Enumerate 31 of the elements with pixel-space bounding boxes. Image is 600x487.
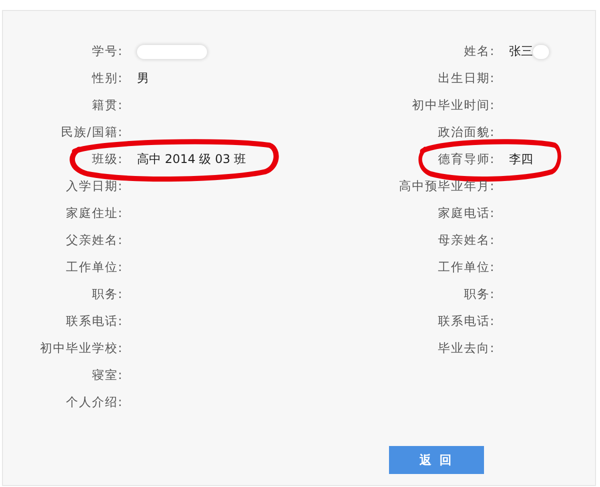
field-label: 毕业去向: xyxy=(436,340,495,357)
field-label: 工作单位: xyxy=(64,259,123,276)
field-label: 工作单位: xyxy=(436,259,495,276)
field-label: 联系电话: xyxy=(436,313,495,330)
field-label: 高中预毕业年月: xyxy=(398,178,495,195)
field-label: 母亲姓名: xyxy=(436,232,495,249)
field-label: 籍贯: xyxy=(90,97,123,114)
field-label: 联系电话: xyxy=(64,313,123,330)
field-value: 张三 xyxy=(509,43,533,60)
field-label: 性别: xyxy=(90,70,123,87)
field-value: 李四 xyxy=(509,151,533,168)
field-value: 高中 2014 级 03 班 xyxy=(137,151,246,168)
field-label: 出生日期: xyxy=(436,70,495,87)
field-label: 政治面貌: xyxy=(436,124,495,141)
back-button[interactable]: 返 回 xyxy=(389,446,484,474)
field-label: 班级: xyxy=(90,151,123,168)
field-label: 寝室: xyxy=(90,367,123,384)
field-label: 学号: xyxy=(90,43,123,60)
field-label: 父亲姓名: xyxy=(64,232,123,249)
field-label: 家庭电话: xyxy=(436,205,495,222)
field-label: 职务: xyxy=(90,286,123,303)
field-label: 职务: xyxy=(462,286,495,303)
field-label: 入学日期: xyxy=(64,178,123,195)
field-label: 德育导师: xyxy=(436,151,495,168)
field-label: 家庭住址: xyxy=(64,205,123,222)
field-label: 民族/国籍: xyxy=(60,124,123,141)
field-label: 个人介绍: xyxy=(64,394,123,411)
field-label: 初中毕业时间: xyxy=(410,97,495,114)
field-value: 男 xyxy=(137,70,149,87)
field-label: 姓名: xyxy=(462,43,495,60)
field-label: 初中毕业学校: xyxy=(38,340,123,357)
